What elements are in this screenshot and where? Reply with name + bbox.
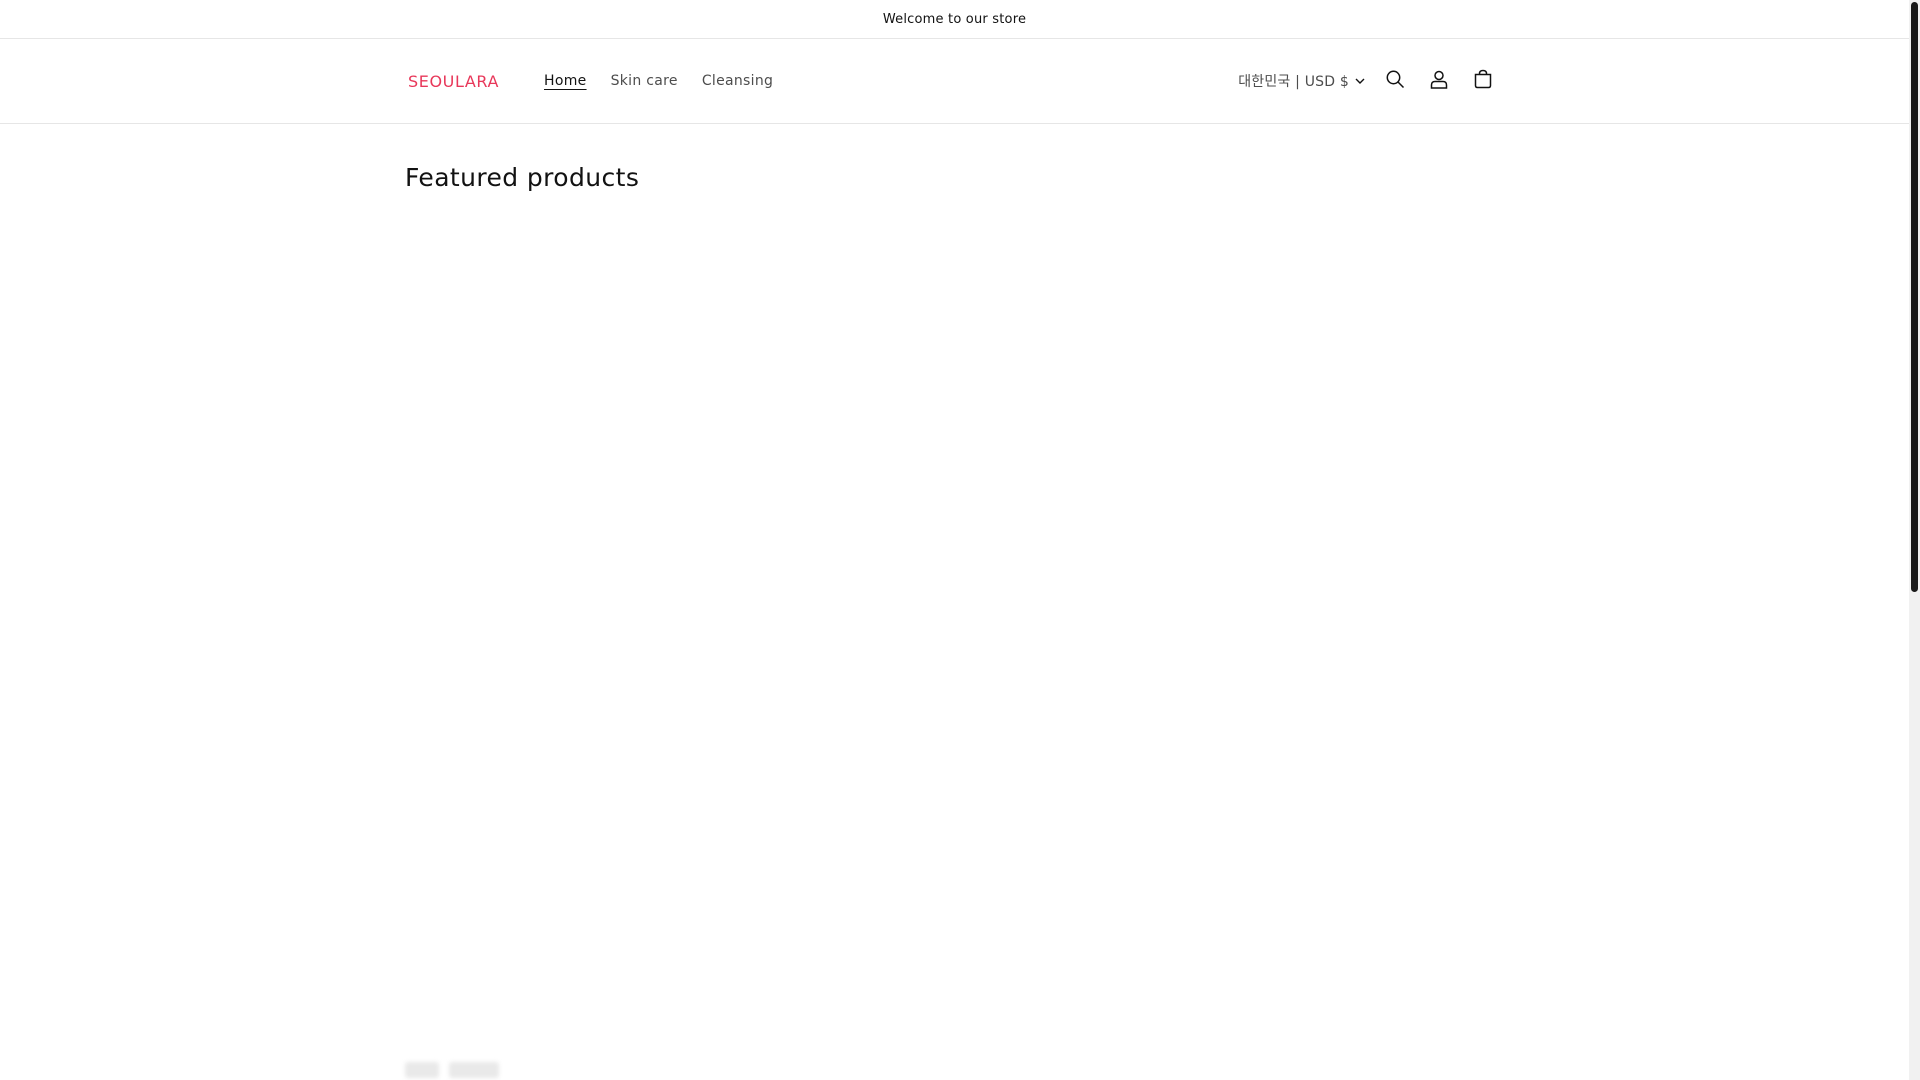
header-inner: SEOULARA Home Skin care Cleansing 대한민국 |… [405,39,1505,123]
page-scrollbar[interactable] [1909,0,1920,1080]
country-currency-selector[interactable]: 대한민국 | USD $ [1238,71,1365,91]
announcement-text: Welcome to our store [882,11,1027,27]
announcement-bar: Welcome to our store [0,0,1909,39]
account-button[interactable] [1417,59,1461,103]
page: Welcome to our store SEOULARA Home Skin … [0,0,1909,1080]
nav-item-home[interactable]: Home [532,67,599,95]
main-nav: Home Skin care Cleansing [532,67,785,95]
store-logo[interactable]: SEOULARA [408,72,499,91]
placeholder-bar [449,1062,499,1078]
header-actions: 대한민국 | USD $ [1238,59,1505,103]
site-header: SEOULARA Home Skin care Cleansing 대한민국 |… [0,39,1909,124]
nav-item-skin-care[interactable]: Skin care [599,67,690,95]
account-icon [1429,69,1449,93]
placeholder-bar [405,1062,439,1078]
search-icon [1385,69,1405,93]
country-currency-label: 대한민국 | USD $ [1238,74,1349,90]
nav-item-cleansing[interactable]: Cleansing [690,67,785,95]
cart-icon [1473,69,1493,93]
cart-button[interactable] [1461,59,1505,103]
chevron-down-icon [1355,78,1365,85]
featured-products-heading: Featured products [405,163,640,192]
search-button[interactable] [1373,59,1417,103]
scrollbar-thumb[interactable] [1911,2,1918,592]
loading-placeholder [405,1062,499,1078]
